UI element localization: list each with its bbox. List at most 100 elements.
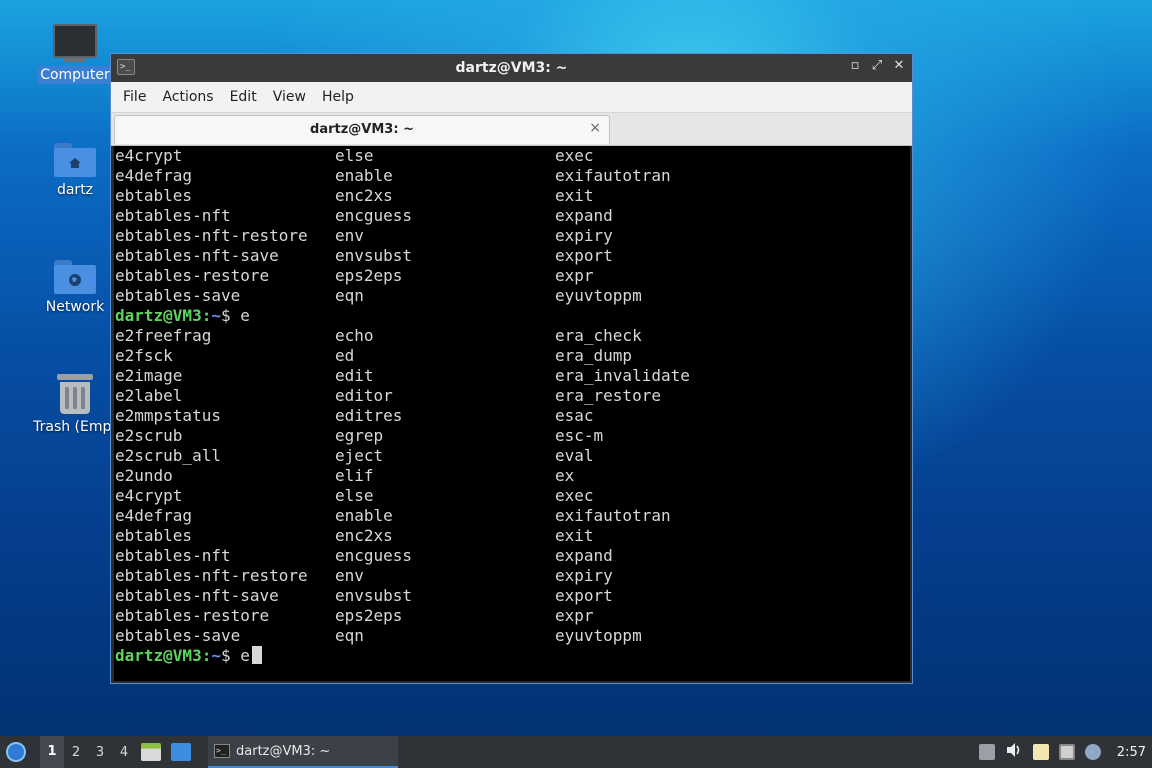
notification-icon[interactable] <box>1084 744 1101 760</box>
terminal-line: ebtables-save eqn eyuvtoppm <box>114 286 910 306</box>
completion-entry: eval <box>555 446 594 465</box>
completion-entry: exec <box>555 146 594 165</box>
network-folder-icon <box>54 260 96 294</box>
taskbar-task-terminal[interactable]: >_ dartz@VM3: ~ <box>208 736 398 768</box>
prompt-command: $ e <box>220 646 250 665</box>
completion-entry: ebtables <box>115 526 193 545</box>
prompt-user: dartz@VM3 <box>115 646 202 665</box>
terminal-tab[interactable]: dartz@VM3: ~ × <box>114 115 610 144</box>
prompt-line: dartz@VM3:~$ e <box>114 646 910 666</box>
completion-entry: ebtables-nft-restore <box>115 226 308 245</box>
terminal-line: e2image edit era_invalidate <box>114 366 910 386</box>
workspace-1[interactable]: 1 <box>40 736 64 768</box>
completion-entry: esac <box>555 406 594 425</box>
prompt-colon: : <box>201 306 212 325</box>
terminal-line: e2undo elif ex <box>114 466 910 486</box>
terminal-line: ebtables-restore eps2eps expr <box>114 606 910 626</box>
completion-entry: expiry <box>555 226 613 245</box>
completion-entry: eject <box>335 446 384 465</box>
trash-icon <box>57 374 93 414</box>
completion-entry: e2scrub <box>115 426 183 445</box>
terminal-line: e4defrag enable exifautotran <box>114 506 910 526</box>
completion-entry: editres <box>335 406 403 425</box>
completion-entry: ebtables-save <box>115 626 241 645</box>
network-icon[interactable] <box>1058 744 1075 760</box>
completion-entry: elif <box>335 466 374 485</box>
terminal-icon: >_ <box>117 59 135 75</box>
terminal-line: ebtables-save eqn eyuvtoppm <box>114 626 910 646</box>
completion-entry: ex <box>555 466 575 485</box>
terminal-line: ebtables-nft-restore env expiry <box>114 226 910 246</box>
completion-entry: exit <box>555 526 594 545</box>
completion-entry: else <box>335 146 374 165</box>
workspace-4[interactable]: 4 <box>112 745 136 760</box>
maximize-button[interactable]: ⤢ <box>870 58 884 73</box>
tab-close-icon[interactable]: × <box>589 120 601 136</box>
completion-entry: expiry <box>555 566 613 585</box>
completion-entry: else <box>335 486 374 505</box>
terminal-line: e4defrag enable exifautotran <box>114 166 910 186</box>
prompt-path: ~ <box>211 306 221 325</box>
file-manager-icon[interactable] <box>141 743 161 761</box>
menu-file[interactable]: File <box>115 89 154 105</box>
completion-entry: edit <box>335 366 374 385</box>
completion-entry: expand <box>555 546 613 565</box>
completion-entry: eyuvtoppm <box>555 626 642 645</box>
clipboard-icon[interactable] <box>1032 744 1049 760</box>
terminal-line: ebtables-nft-restore env expiry <box>114 566 910 586</box>
completion-entry: exec <box>555 486 594 505</box>
completion-entry: e2label <box>115 386 183 405</box>
completion-entry: eqn <box>335 286 364 305</box>
menu-help[interactable]: Help <box>314 89 362 105</box>
menu-view[interactable]: View <box>265 89 314 105</box>
desktop-icon-label: Network <box>45 299 105 315</box>
terminal-line: ebtables-nft-save envsubst export <box>114 246 910 266</box>
completion-entry: export <box>555 586 613 605</box>
completion-entry: e2mmpstatus <box>115 406 221 425</box>
terminal-line: e2fsck ed era_dump <box>114 346 910 366</box>
completion-entry: e2undo <box>115 466 173 485</box>
show-desktop-icon[interactable] <box>171 743 191 761</box>
completion-entry: e2scrub_all <box>115 446 221 465</box>
menu-actions[interactable]: Actions <box>154 89 221 105</box>
completion-entry: ed <box>335 346 355 365</box>
terminal-line: ebtables enc2xs exit <box>114 186 910 206</box>
start-menu-icon[interactable] <box>6 742 26 762</box>
completion-entry: eyuvtoppm <box>555 286 642 305</box>
completion-entry: enable <box>335 506 393 525</box>
completion-entry: enc2xs <box>335 186 393 205</box>
window-titlebar[interactable]: >_ dartz@VM3: ~ ▫ ⤢ ✕ <box>111 54 912 82</box>
close-button[interactable]: ✕ <box>892 58 906 73</box>
completion-entry: exit <box>555 186 594 205</box>
terminal-line: e2scrub egrep esc-m <box>114 426 910 446</box>
volume-icon[interactable] <box>1005 742 1023 762</box>
terminal-line: e2scrub_all eject eval <box>114 446 910 466</box>
minimize-button[interactable]: ▫ <box>848 58 862 73</box>
completion-entry: ebtables-restore <box>115 266 270 285</box>
completion-entry: ebtables <box>115 186 193 205</box>
completion-entry: e4crypt <box>115 146 183 165</box>
workspace-2[interactable]: 2 <box>64 745 88 760</box>
taskbar: 1 2 3 4 >_ dartz@VM3: ~ 2:57 <box>0 736 1152 768</box>
completion-entry: ebtables-nft-save <box>115 586 279 605</box>
terminal-line: ebtables-nft-save envsubst export <box>114 586 910 606</box>
menu-edit[interactable]: Edit <box>222 89 265 105</box>
completion-entry: e2fsck <box>115 346 173 365</box>
completion-entry: enable <box>335 166 393 185</box>
prompt-colon: : <box>201 646 212 665</box>
completion-entry: era_check <box>555 326 642 345</box>
completion-entry: eps2eps <box>335 606 403 625</box>
completion-entry: ebtables-nft-restore <box>115 566 308 585</box>
completion-entry: e2freefrag <box>115 326 212 345</box>
completion-entry: e2image <box>115 366 183 385</box>
terminal-window[interactable]: >_ dartz@VM3: ~ ▫ ⤢ ✕ File Actions Edit … <box>110 53 913 684</box>
completion-entry: e4defrag <box>115 506 193 525</box>
system-tray: 2:57 <box>978 742 1152 762</box>
completion-entry: eqn <box>335 626 364 645</box>
workspace-3[interactable]: 3 <box>88 745 112 760</box>
completion-entry: env <box>335 226 364 245</box>
terminal-output[interactable]: e4crypt else exec e4defrag enable exifautotra… <box>114 146 910 681</box>
completion-entry: exifautotran <box>555 166 671 185</box>
updates-icon[interactable] <box>978 744 995 760</box>
completion-entry: era_invalidate <box>555 366 690 385</box>
